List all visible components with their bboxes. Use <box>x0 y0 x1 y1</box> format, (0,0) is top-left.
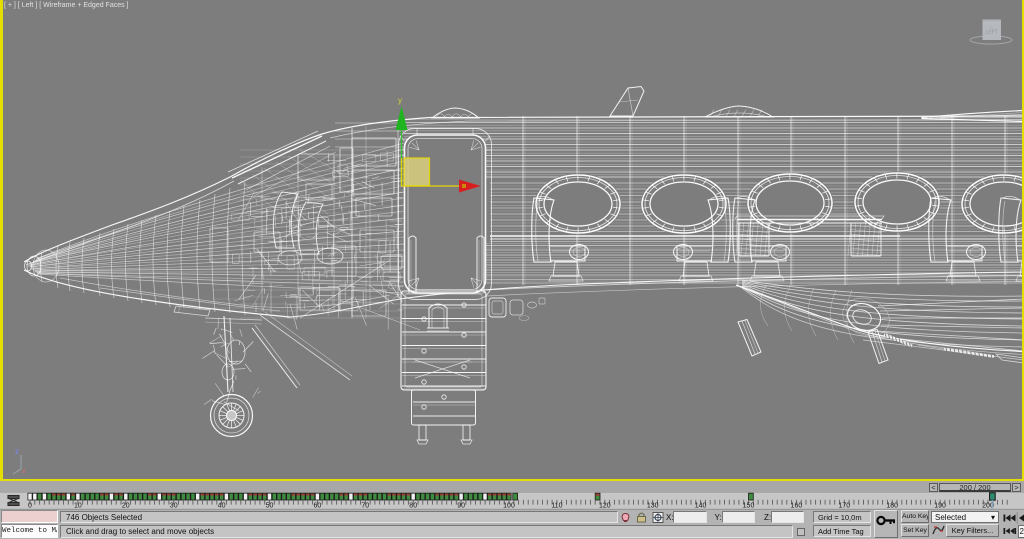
svg-text:z: z <box>15 447 19 456</box>
svg-text:LEFT: LEFT <box>986 30 998 36</box>
svg-text:x: x <box>22 468 26 475</box>
svg-text:▲: ▲ <box>990 25 993 29</box>
svg-text:y: y <box>398 96 402 105</box>
